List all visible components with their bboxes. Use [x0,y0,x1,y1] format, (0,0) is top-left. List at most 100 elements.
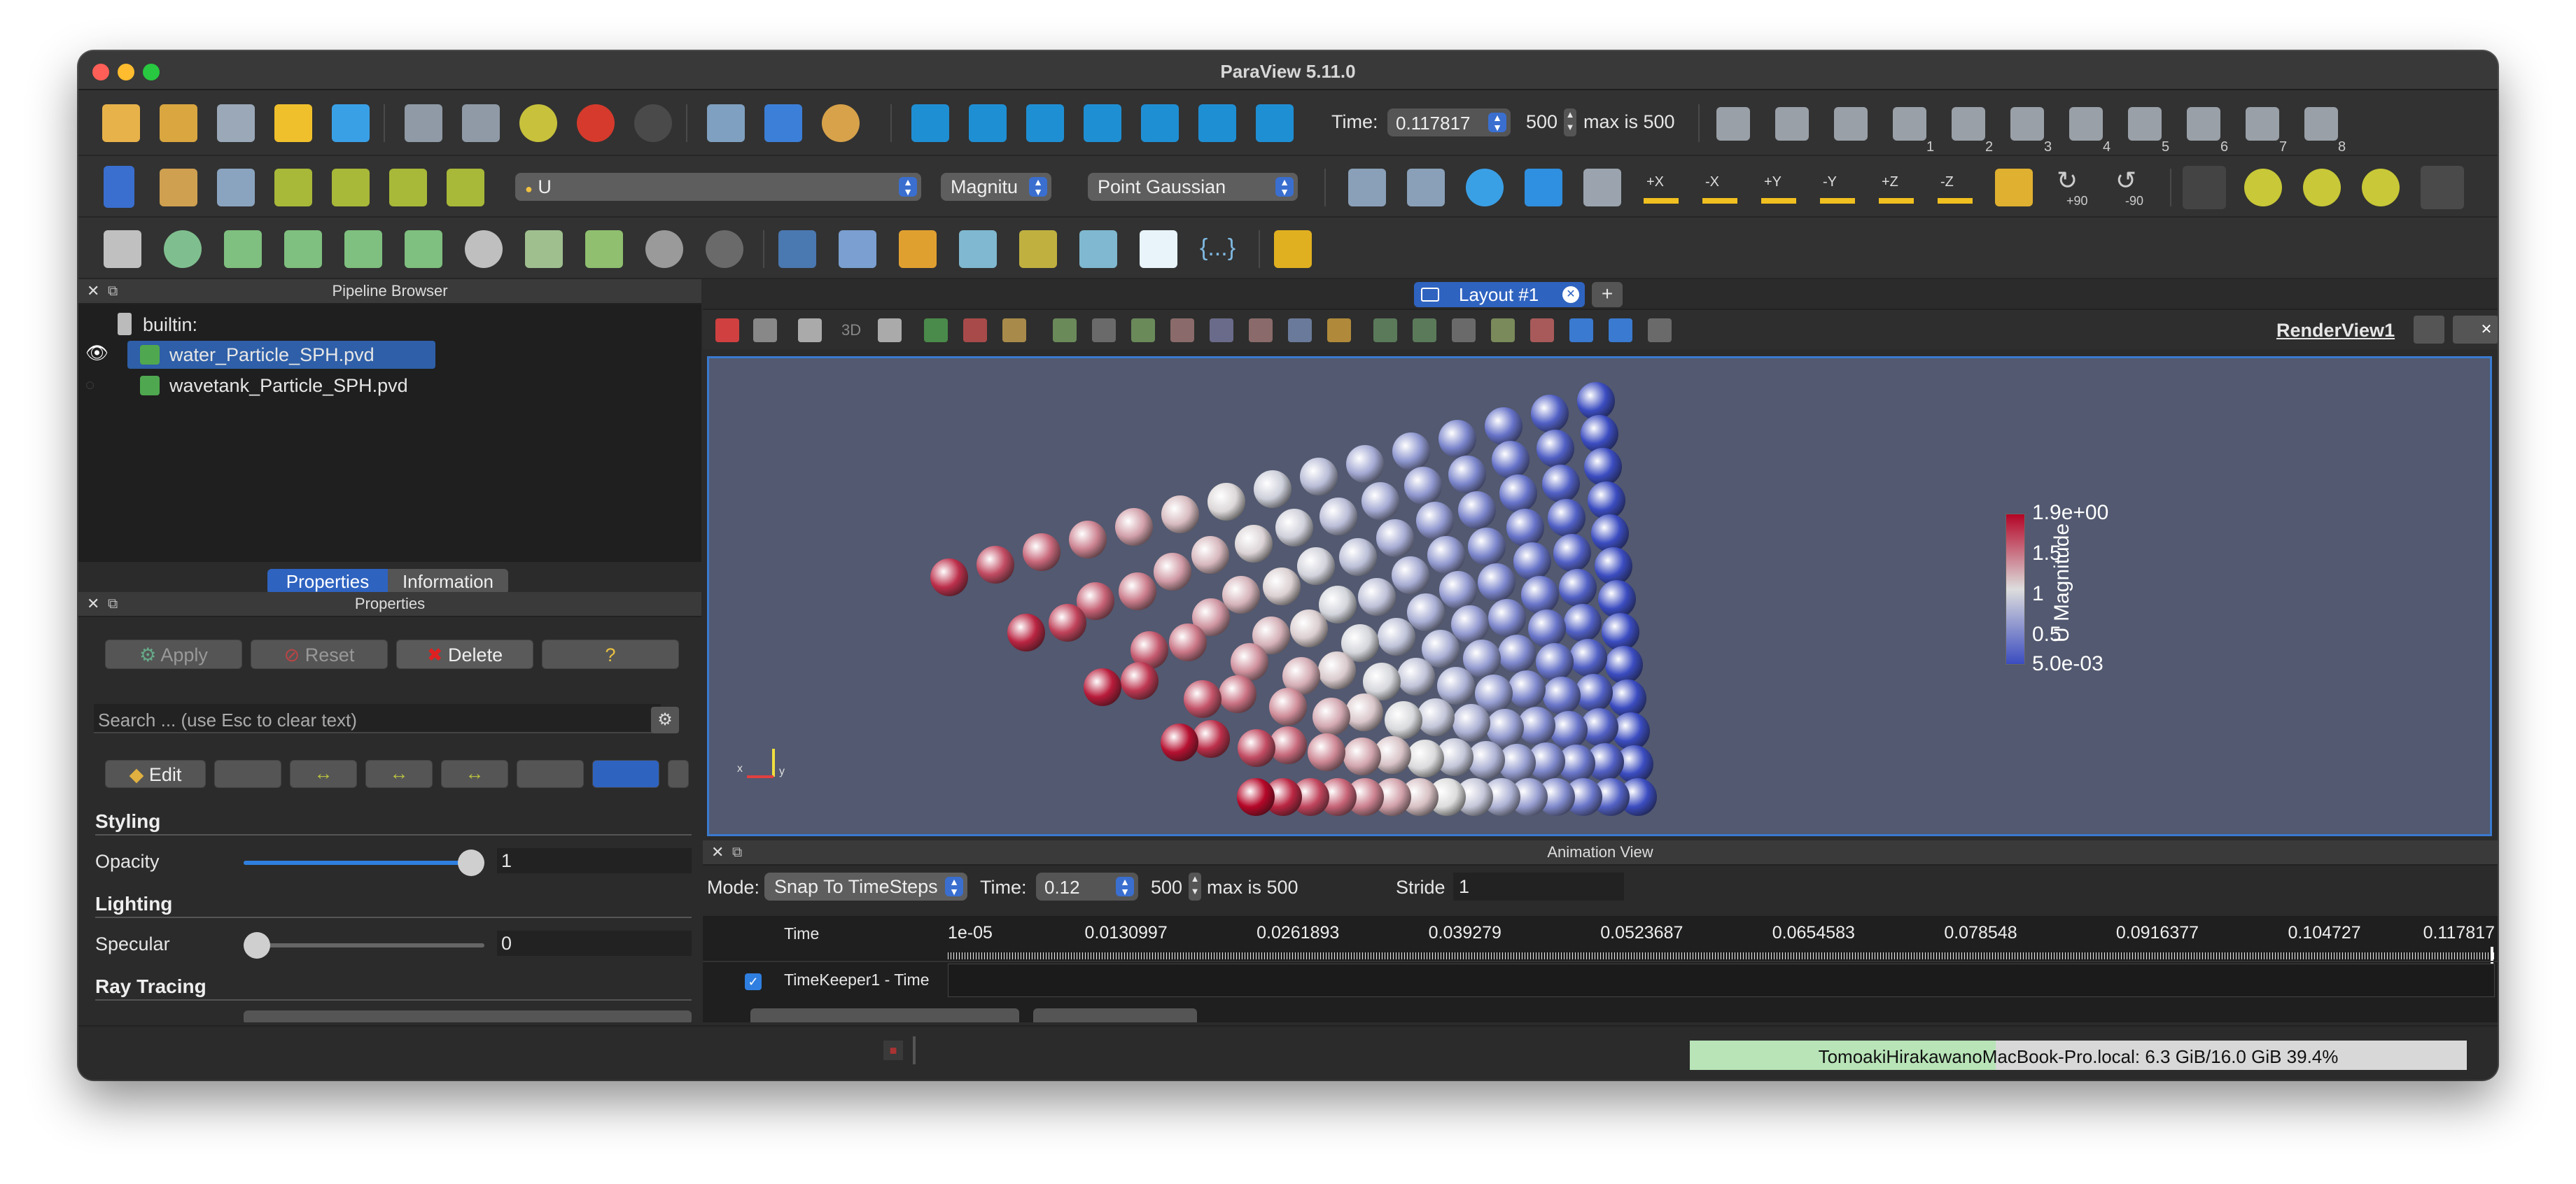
timekeeper-track-area[interactable] [948,964,2495,997]
disconnect-icon[interactable] [332,104,370,142]
zoom-to-data-icon[interactable] [1407,169,1445,206]
subtract-selection-icon[interactable] [1609,318,1632,342]
select-polygon-icon[interactable] [1131,318,1155,342]
extract-level-icon[interactable] [706,230,743,268]
source-select[interactable] [750,1008,1019,1022]
timestep-spin-icon[interactable]: ▲ ▼ [1564,108,1576,136]
first-frame-icon[interactable] [911,104,949,142]
reverse-play-icon[interactable] [1026,104,1064,142]
clip-icon[interactable] [224,230,262,268]
camera-2-icon[interactable] [1952,107,1985,141]
float-panel-icon[interactable]: ⧉ [732,840,742,864]
pipeline-item-wavetank[interactable]: wavetank_Particle_SPH.pvd [127,372,547,400]
show-legend-button[interactable] [592,760,659,788]
show-orientation-axes-icon[interactable] [2183,166,2226,209]
opacity-slider[interactable] [244,850,484,876]
spin-arrows-icon[interactable]: ▲ ▼ [1488,113,1506,132]
camera-5-icon[interactable] [2128,107,2162,141]
anim-step-index[interactable]: 500 [1151,877,1182,898]
shrink-selection-icon[interactable] [1373,318,1397,342]
apply-button[interactable]: ⚙ Apply [105,640,242,669]
render-view[interactable]: 1.9e+00 1.5 1 0.5 5.0e-03 U Magnitude x … [707,356,2492,836]
pipeline-item-water[interactable]: water_Particle_SPH.pvd [127,341,435,369]
rescale-temporal-icon[interactable] [332,169,370,206]
group-datasets-icon[interactable] [645,230,683,268]
reset-camera-icon[interactable] [1348,169,1386,206]
reset-range-icon[interactable] [217,169,255,206]
previous-frame-icon[interactable] [969,104,1007,142]
extract-subset-icon[interactable] [405,230,442,268]
plot-global-variables-icon[interactable] [1079,230,1117,268]
stream-tracer-icon[interactable] [525,230,563,268]
slice-icon[interactable] [284,230,322,268]
color-palette-icon[interactable] [822,104,860,142]
color-map-editor-button[interactable] [214,760,281,788]
memory-usage-bar[interactable]: TomoakiHirakawanoMacBook-Pro.local: 6.3 … [1690,1041,2467,1070]
next-frame-icon[interactable] [1141,104,1179,142]
select-points-icon[interactable] [1002,318,1026,342]
more-buttons[interactable] [668,760,689,788]
ruler-icon[interactable] [1274,230,1312,268]
grow-selection-icon[interactable] [1327,318,1351,342]
frustum-display-icon[interactable] [1452,318,1476,342]
tab-properties[interactable]: Properties [267,569,388,594]
toggle-color-legend-icon[interactable] [104,166,134,208]
pick-center-icon[interactable] [2362,169,2400,206]
capture-view-icon[interactable] [715,318,739,342]
component-select[interactable]: Magnitu ▲ ▼ [941,173,1051,201]
delete-button[interactable]: ✖ Delete [396,640,533,669]
progress-abort-icon[interactable]: ■ [883,1041,903,1060]
split-horizontal-icon[interactable] [2414,316,2444,344]
close-panel-icon[interactable]: ✕ [711,840,724,864]
track-enable-checkbox[interactable]: ✓ [745,973,762,990]
selection-display-icon[interactable] [1413,318,1436,342]
close-panel-icon[interactable]: ✕ [87,592,99,616]
plot-selection-over-time-icon[interactable] [1019,230,1057,268]
camera-icon[interactable] [1834,107,1868,141]
camera-7-icon[interactable] [2246,107,2279,141]
set-view-plus-z-icon[interactable]: +Z [1877,169,1915,206]
light-kit-icon[interactable] [2421,166,2464,209]
deselect-cells-icon[interactable] [963,318,987,342]
camera-1-icon[interactable] [1893,107,1926,141]
select-frustum-icon[interactable] [1053,318,1077,342]
query-icon[interactable] [1716,107,1750,141]
save-data-icon[interactable] [217,104,255,142]
probe-line-icon[interactable] [778,230,816,268]
zoom-box-icon[interactable] [1583,169,1621,206]
undo-icon[interactable] [577,104,615,142]
eye-hidden-icon[interactable]: ◌ [85,376,94,394]
rescale-visible-icon[interactable] [389,169,427,206]
edit-button[interactable]: ◆ Edit [105,760,206,788]
rescale-custom-range-icon[interactable] [447,169,484,206]
specular-value-field[interactable]: 0 [497,931,692,956]
rescale-temporal-button[interactable]: ↔ [441,760,508,788]
last-frame-icon[interactable] [1198,104,1236,142]
pipeline-item-builtin[interactable]: builtin: [143,314,197,336]
anim-time-input[interactable]: 0.12 ▲ ▼ [1036,873,1138,901]
connect-icon[interactable] [274,104,312,142]
rotate-minus-90-icon[interactable]: ↺ -90 [2113,166,2150,208]
camera-4-icon[interactable] [2069,107,2103,141]
play-icon[interactable] [1084,104,1121,142]
toggle-3d-button[interactable]: 3D [841,321,861,339]
anim-step-spin-icon[interactable]: ▲ ▼ [1189,873,1201,901]
select-polygon-points-icon[interactable] [1170,318,1194,342]
isometric-view-icon[interactable] [1995,169,2033,206]
choose-preset-button[interactable] [517,760,584,788]
new-layout-tab-button[interactable]: + [1592,282,1623,307]
color-array-select[interactable]: ● U ▲ ▼ [515,173,921,201]
rescale-custom-icon[interactable] [274,169,312,206]
temporal-filter-icon[interactable] [1140,230,1177,268]
set-view-plus-x-icon[interactable]: +X [1642,169,1680,206]
screenshot-icon[interactable] [798,318,822,342]
set-view-plus-y-icon[interactable]: +Y [1760,169,1798,206]
camera-8-icon[interactable] [2304,107,2338,141]
help-button[interactable]: ? [542,640,679,669]
edit-color-map-icon[interactable] [160,169,197,206]
glyph-icon[interactable] [465,230,503,268]
zoom-closest-icon[interactable] [1466,169,1504,206]
calculator-icon[interactable] [104,230,141,268]
layout-tab[interactable]: Layout #1 ✕ [1414,282,1585,307]
recent-files-icon[interactable] [160,104,197,142]
